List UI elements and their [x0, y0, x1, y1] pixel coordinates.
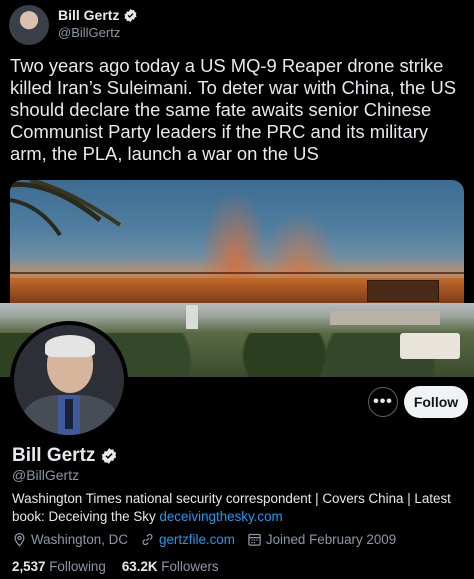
following-count: 2,537	[12, 559, 46, 574]
profile-meta: Washington, DC gertzfile.com Joined Febr…	[12, 532, 408, 547]
profile-bio: Washington Times national security corre…	[12, 490, 467, 526]
profile-card: ••• Follow Bill Gertz @BillGertz Washing…	[0, 303, 474, 579]
palm-frond-graphic	[10, 180, 122, 237]
joined-item: Joined February 2009	[247, 532, 396, 547]
calendar-icon	[248, 533, 261, 546]
location-item: Washington, DC	[12, 532, 128, 547]
profile-stats: 2,537 Following 63.2K Followers	[12, 559, 235, 574]
following-label: Following	[49, 559, 106, 574]
link-icon	[142, 533, 153, 546]
follow-button[interactable]: Follow	[404, 386, 468, 418]
avatar-tie	[65, 399, 73, 429]
tweet-card: Bill Gertz @BillGertz Two years ago toda…	[0, 0, 474, 303]
tweet-author-name[interactable]: Bill Gertz	[58, 7, 119, 23]
joined-text: Joined February 2009	[265, 532, 397, 547]
bio-link[interactable]: deceivingthesky.com	[159, 509, 282, 524]
website-item[interactable]: gertzfile.com	[140, 532, 235, 547]
fence-line	[10, 272, 464, 274]
more-options-icon: •••	[373, 393, 393, 410]
location-text: Washington, DC	[31, 532, 128, 547]
profile-handle: @BillGertz	[12, 467, 80, 483]
banner-memorial	[400, 333, 460, 359]
profile-avatar[interactable]	[10, 321, 128, 439]
followers-label: Followers	[161, 559, 219, 574]
tweet-author-handle[interactable]: @BillGertz	[58, 25, 120, 40]
vehicle-silhouette	[367, 280, 439, 302]
profile-name-row: Bill Gertz	[12, 445, 118, 467]
location-pin-icon	[14, 532, 25, 547]
banner-monument	[186, 305, 198, 329]
verified-badge-icon	[124, 8, 137, 22]
followers-count: 63.2K	[121, 559, 158, 574]
tweet-author-avatar[interactable]	[9, 5, 49, 45]
followers-stat[interactable]: 63.2K Followers	[122, 559, 219, 574]
tweet-media-image[interactable]	[10, 180, 464, 303]
following-stat[interactable]: 2,537 Following	[12, 559, 106, 574]
website-link[interactable]: gertzfile.com	[159, 532, 235, 547]
tweet-text: Two years ago today a US MQ-9 Reaper dro…	[10, 55, 457, 164]
more-options-button[interactable]: •••	[368, 387, 398, 417]
avatar-hair	[45, 335, 95, 357]
banner-building	[330, 311, 440, 325]
tweet-author-name-row[interactable]: Bill Gertz	[58, 7, 138, 23]
verified-badge-icon	[102, 448, 117, 464]
profile-name: Bill Gertz	[12, 445, 96, 466]
